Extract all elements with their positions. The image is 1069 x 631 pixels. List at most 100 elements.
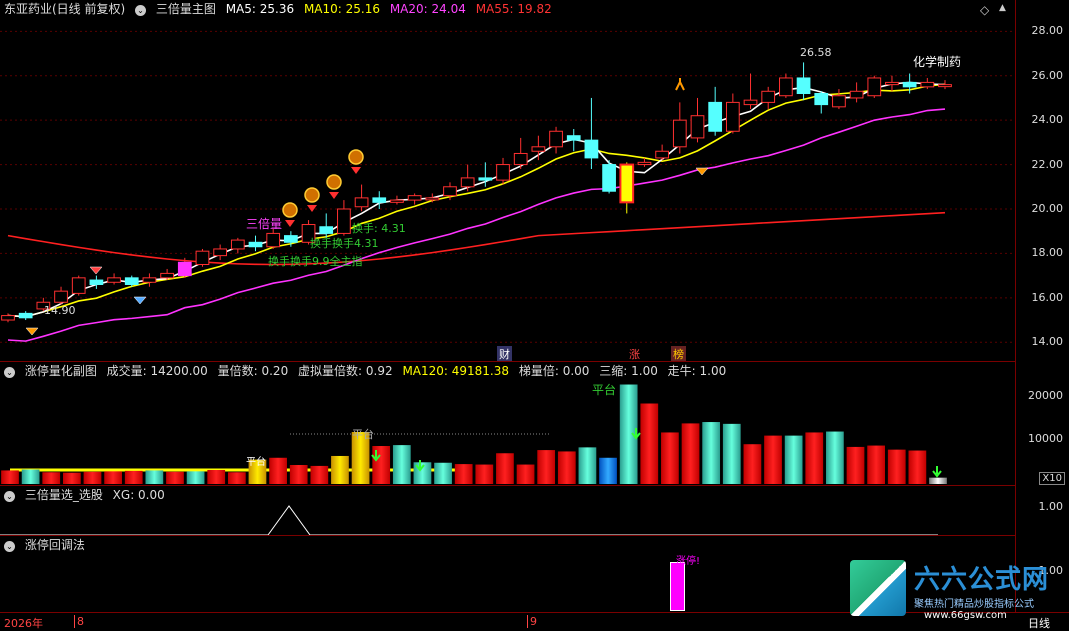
volume-tick-20000: 20000: [1028, 389, 1063, 402]
volume-bar: [681, 423, 700, 484]
candle-body: [18, 312, 33, 319]
candle-body: [407, 195, 422, 201]
diamond-signal-icon: [133, 296, 147, 305]
diamond-signal-icon: [89, 266, 103, 275]
picker-axis: 1.00: [1015, 486, 1069, 536]
volume-bar: [207, 469, 226, 484]
candle-body: [655, 150, 669, 159]
stock-picker-panel[interactable]: ⌄ 三倍量选_选股 XG: 0.00: [0, 486, 1015, 536]
main-chart-panel[interactable]: 东亚药业(日线 前复权) ⌄ 三倍量主图 MA5: 25.36 MA10: 25…: [0, 0, 1015, 362]
volume-bar: [454, 464, 473, 484]
diamond-signal-icon: [695, 167, 709, 176]
volume-bar: [887, 449, 906, 484]
candle-body: [284, 235, 298, 243]
turnover-label-b: 换手换手4.31: [310, 237, 379, 250]
watermark-logo-icon: [850, 560, 906, 616]
volume-bar: [289, 465, 308, 484]
volume-bar: [269, 457, 287, 484]
money-bag-icon: [282, 202, 298, 218]
candle-body: [1, 315, 15, 321]
runner-icon: [675, 78, 685, 91]
volume-bar: [124, 470, 143, 484]
candle-body: [496, 164, 510, 181]
platform-label-b: 平台: [352, 428, 374, 441]
candle-body: [549, 130, 563, 148]
candle-body: [796, 77, 811, 95]
sector-label: 化学制药: [913, 55, 962, 69]
candle-body: [566, 135, 581, 141]
candle-body: [885, 81, 899, 86]
candle-body: [708, 101, 723, 132]
volume-bar: [929, 477, 947, 484]
volume-bar: [331, 455, 349, 484]
turnover-label-a: 换手: 4.31: [352, 222, 406, 235]
marker-rank: 榜: [671, 346, 686, 361]
candle-body: [832, 95, 846, 108]
pullback-indicator-name[interactable]: 涨停回调法: [25, 538, 85, 552]
volume-bar: [764, 435, 782, 484]
price-tick: 28.00: [1031, 24, 1064, 38]
volume-axis: 20000 10000 X10: [1015, 362, 1069, 486]
pullback-toggle-icon[interactable]: ⌄: [4, 541, 15, 552]
date-year: 2026年: [4, 617, 43, 630]
watermark-brand: 六六公式网: [914, 565, 1050, 595]
candle-body: [248, 241, 263, 248]
candle-body: [425, 197, 440, 201]
volume-bar: [805, 432, 824, 484]
volume-bar: [496, 453, 514, 484]
volume-bar: [62, 472, 81, 484]
date-month-a: 8: [74, 615, 84, 628]
volume-bar: [83, 471, 102, 484]
money-bag-icon: [348, 149, 364, 165]
price-tick: 16.00: [1031, 290, 1064, 304]
candle-body: [160, 272, 174, 279]
candle-body: [372, 197, 387, 203]
candlestick-chart: [0, 30, 1015, 343]
volume-bar: [908, 450, 927, 484]
volume-bar: [557, 451, 576, 484]
candle-body: [195, 250, 210, 266]
volume-tick-10000: 10000: [1028, 432, 1063, 445]
candle-body: [89, 279, 104, 285]
volume-bar: [21, 469, 40, 484]
money-bag-icon: [326, 174, 342, 190]
volume-bar: [702, 422, 721, 484]
low-price-label: 14.90: [44, 304, 76, 317]
marker-limit-up: 涨: [629, 348, 640, 361]
candle-body: [337, 208, 351, 234]
pullback-bar-label: 涨停!: [676, 556, 701, 567]
watermark-url: www.66gsw.com: [924, 610, 1007, 621]
candle-body: [319, 226, 334, 234]
candle-body: [602, 164, 616, 192]
candle-body: [390, 199, 404, 203]
volume-bar: [578, 447, 597, 484]
down-arrow-icon: [285, 220, 295, 227]
price-tick: 24.00: [1031, 113, 1064, 127]
down-arrow-icon: [329, 192, 339, 199]
candle-body: [107, 277, 121, 283]
candle-body: [513, 152, 528, 166]
volume-bar-chart: [1, 384, 947, 484]
candle-body: [54, 290, 68, 303]
candle-body: [761, 90, 776, 103]
date-month-b: 9: [527, 615, 537, 628]
candle-body: [902, 81, 917, 88]
price-tick: 22.00: [1031, 157, 1064, 171]
marker-finance: 财: [497, 346, 512, 361]
ma55-line: [7, 211, 946, 266]
candle-body: [230, 239, 245, 250]
turnover-label-c: 换手换手9.9全主指: [268, 255, 363, 268]
candle-body: [354, 197, 369, 208]
volume-bar: [599, 457, 617, 484]
volume-bar: [166, 471, 184, 484]
candle-body: [266, 232, 281, 248]
volume-bar: [722, 423, 741, 484]
volume-bar: [42, 472, 61, 484]
price-tick: 20.00: [1031, 201, 1064, 215]
main-price-axis: 28.00 26.00 24.00 22.00 20.00 18.00 16.00 14.00: [1015, 0, 1069, 362]
volume-bar: [310, 465, 329, 484]
volume-bar: [227, 472, 246, 484]
green-arrow-icon: [932, 466, 942, 478]
candle-body: [637, 161, 652, 166]
volume-panel[interactable]: ⌄ 涨停量化副图 成交量: 14200.00 量倍数: 0.20 虚拟量倍数: …: [0, 362, 1015, 486]
